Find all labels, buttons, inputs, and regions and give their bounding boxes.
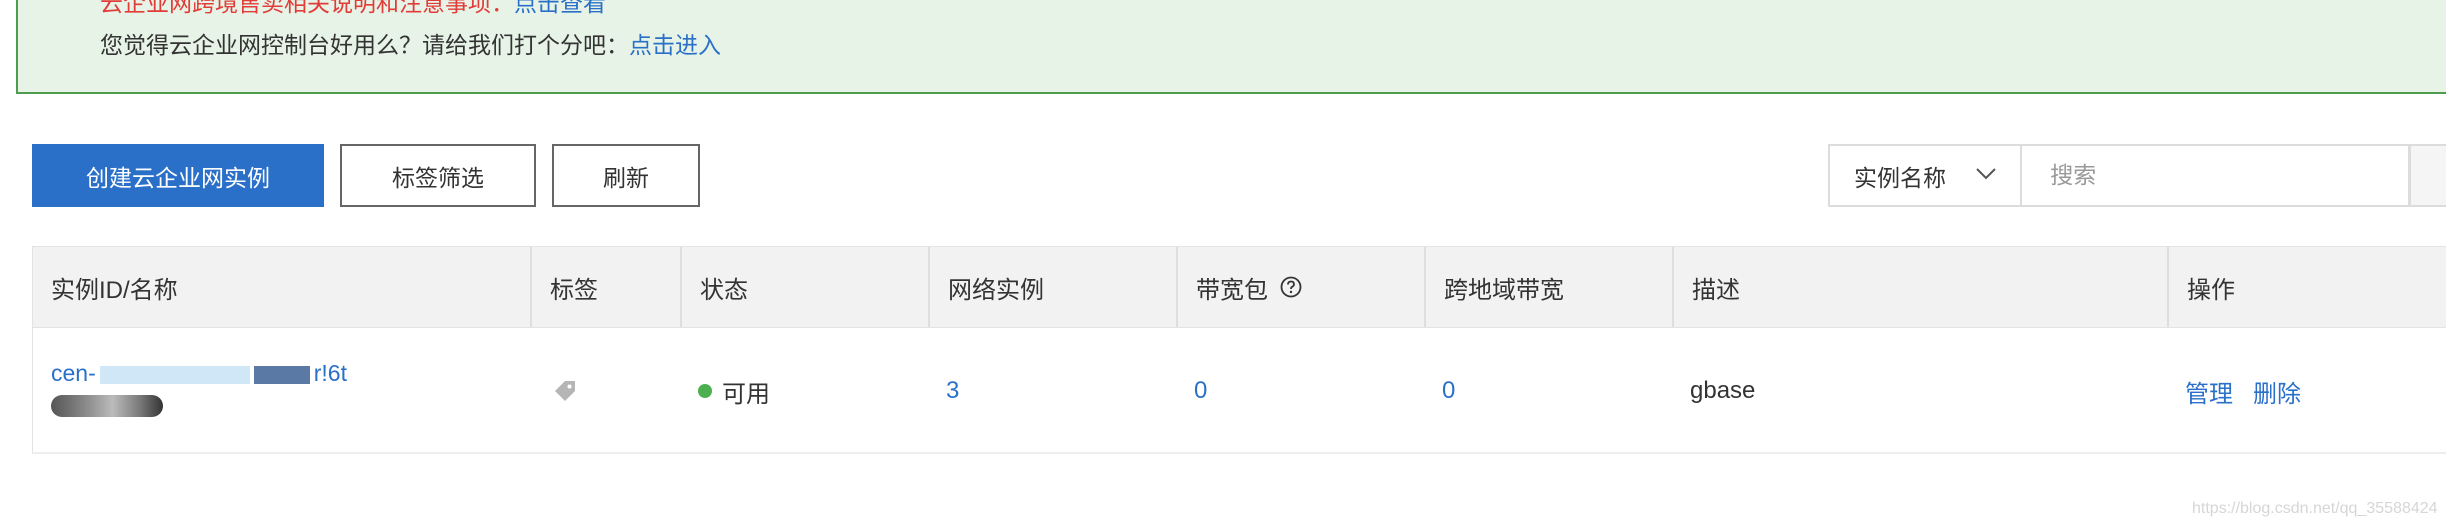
status-cell: 可用 [698,328,770,454]
redacted-instance-name [51,395,163,417]
column-status-label: 状态 [700,276,748,304]
cross-region-count-link[interactable]: 0 [1442,377,1455,405]
column-cross-region-label: 跨地域带宽 [1444,276,1564,304]
actions-cell: 管理 删除 [2185,328,2321,454]
column-id-name-label: 实例ID/名称 [51,276,178,304]
watermark: https://blog.csdn.net/qq_35588424 [2192,500,2438,517]
column-network-label: 网络实例 [948,276,1044,304]
notice-enter-link[interactable]: 点击进入 [629,32,721,58]
column-description-label: 描述 [1692,276,1740,304]
column-actions-label: 操作 [2187,276,2235,304]
search-input[interactable] [2022,144,2410,207]
column-description: 描述 [1672,247,2167,327]
column-bandwidth-label: 带宽包 [1196,276,1268,304]
create-cen-button[interactable]: 创建云企业网实例 [32,144,324,207]
notice-feedback-text: 您觉得云企业网控制台好用么？请给我们打个分吧： [100,32,629,58]
notice-cross-border-text: 云企业网跨境售卖相关说明和注意事项： [100,0,514,16]
column-status: 状态 [680,247,928,327]
instance-id-cell: cen-r!6t [51,360,347,417]
instance-id-prefix: cen- [51,360,96,386]
column-tags: 标签 [530,247,680,327]
table-row: cen-r!6t 可用 3 0 0 gbase 管理 删除 [32,328,2446,454]
column-actions: 操作 [2167,247,2446,327]
instance-id-link[interactable]: cen-r!6t [51,360,347,386]
column-id-name: 实例ID/名称 [33,247,530,327]
search-type-value: 实例名称 [1854,164,1946,191]
tag-filter-button[interactable]: 标签筛选 [340,144,536,207]
refresh-button[interactable]: 刷新 [552,144,700,207]
description-text: gbase [1690,377,1756,404]
tag-cell [552,328,578,454]
help-icon[interactable] [1280,276,1302,298]
search-button[interactable] [2409,144,2446,207]
redacted-id-part [253,365,310,384]
table-header: 实例ID/名称 标签 状态 网络实例 带宽包 跨地域带宽 描述 操作 [32,246,2446,328]
delete-link[interactable]: 删除 [2253,374,2301,409]
search-type-select[interactable]: 实例名称 [1828,144,2023,207]
network-cell: 3 [946,328,959,454]
column-bandwidth: 带宽包 [1176,247,1424,327]
notice-view-link[interactable]: 点击查看 [514,0,606,16]
redacted-id-part [99,365,250,384]
instance-id-suffix: r!6t [313,360,347,386]
status-ok-indicator [698,384,712,398]
bandwidth-cell: 0 [1194,328,1207,454]
cross-region-cell: 0 [1442,328,1455,454]
description-cell: gbase [1690,328,1755,454]
notice-cross-border: 云企业网跨境售卖相关说明和注意事项：点击查看 [100,0,606,18]
search-bar: 实例名称 [1828,144,2446,207]
notice-feedback: 您觉得云企业网控制台好用么？请给我们打个分吧：点击进入 [100,26,721,60]
tag-icon[interactable] [552,378,578,404]
notice-banner: 云企业网跨境售卖相关说明和注意事项：点击查看 您觉得云企业网控制台好用么？请给我… [16,0,2446,94]
column-tags-label: 标签 [550,276,598,304]
status-text: 可用 [722,380,770,408]
chevron-down-icon [1976,168,1996,180]
cen-instance-table: 实例ID/名称 标签 状态 网络实例 带宽包 跨地域带宽 描述 操作 cen-r… [32,246,2446,454]
network-count-link[interactable]: 3 [946,377,959,405]
manage-link[interactable]: 管理 [2185,374,2233,409]
bandwidth-count-link[interactable]: 0 [1194,377,1207,405]
column-cross-region: 跨地域带宽 [1424,247,1672,327]
column-network: 网络实例 [928,247,1176,327]
